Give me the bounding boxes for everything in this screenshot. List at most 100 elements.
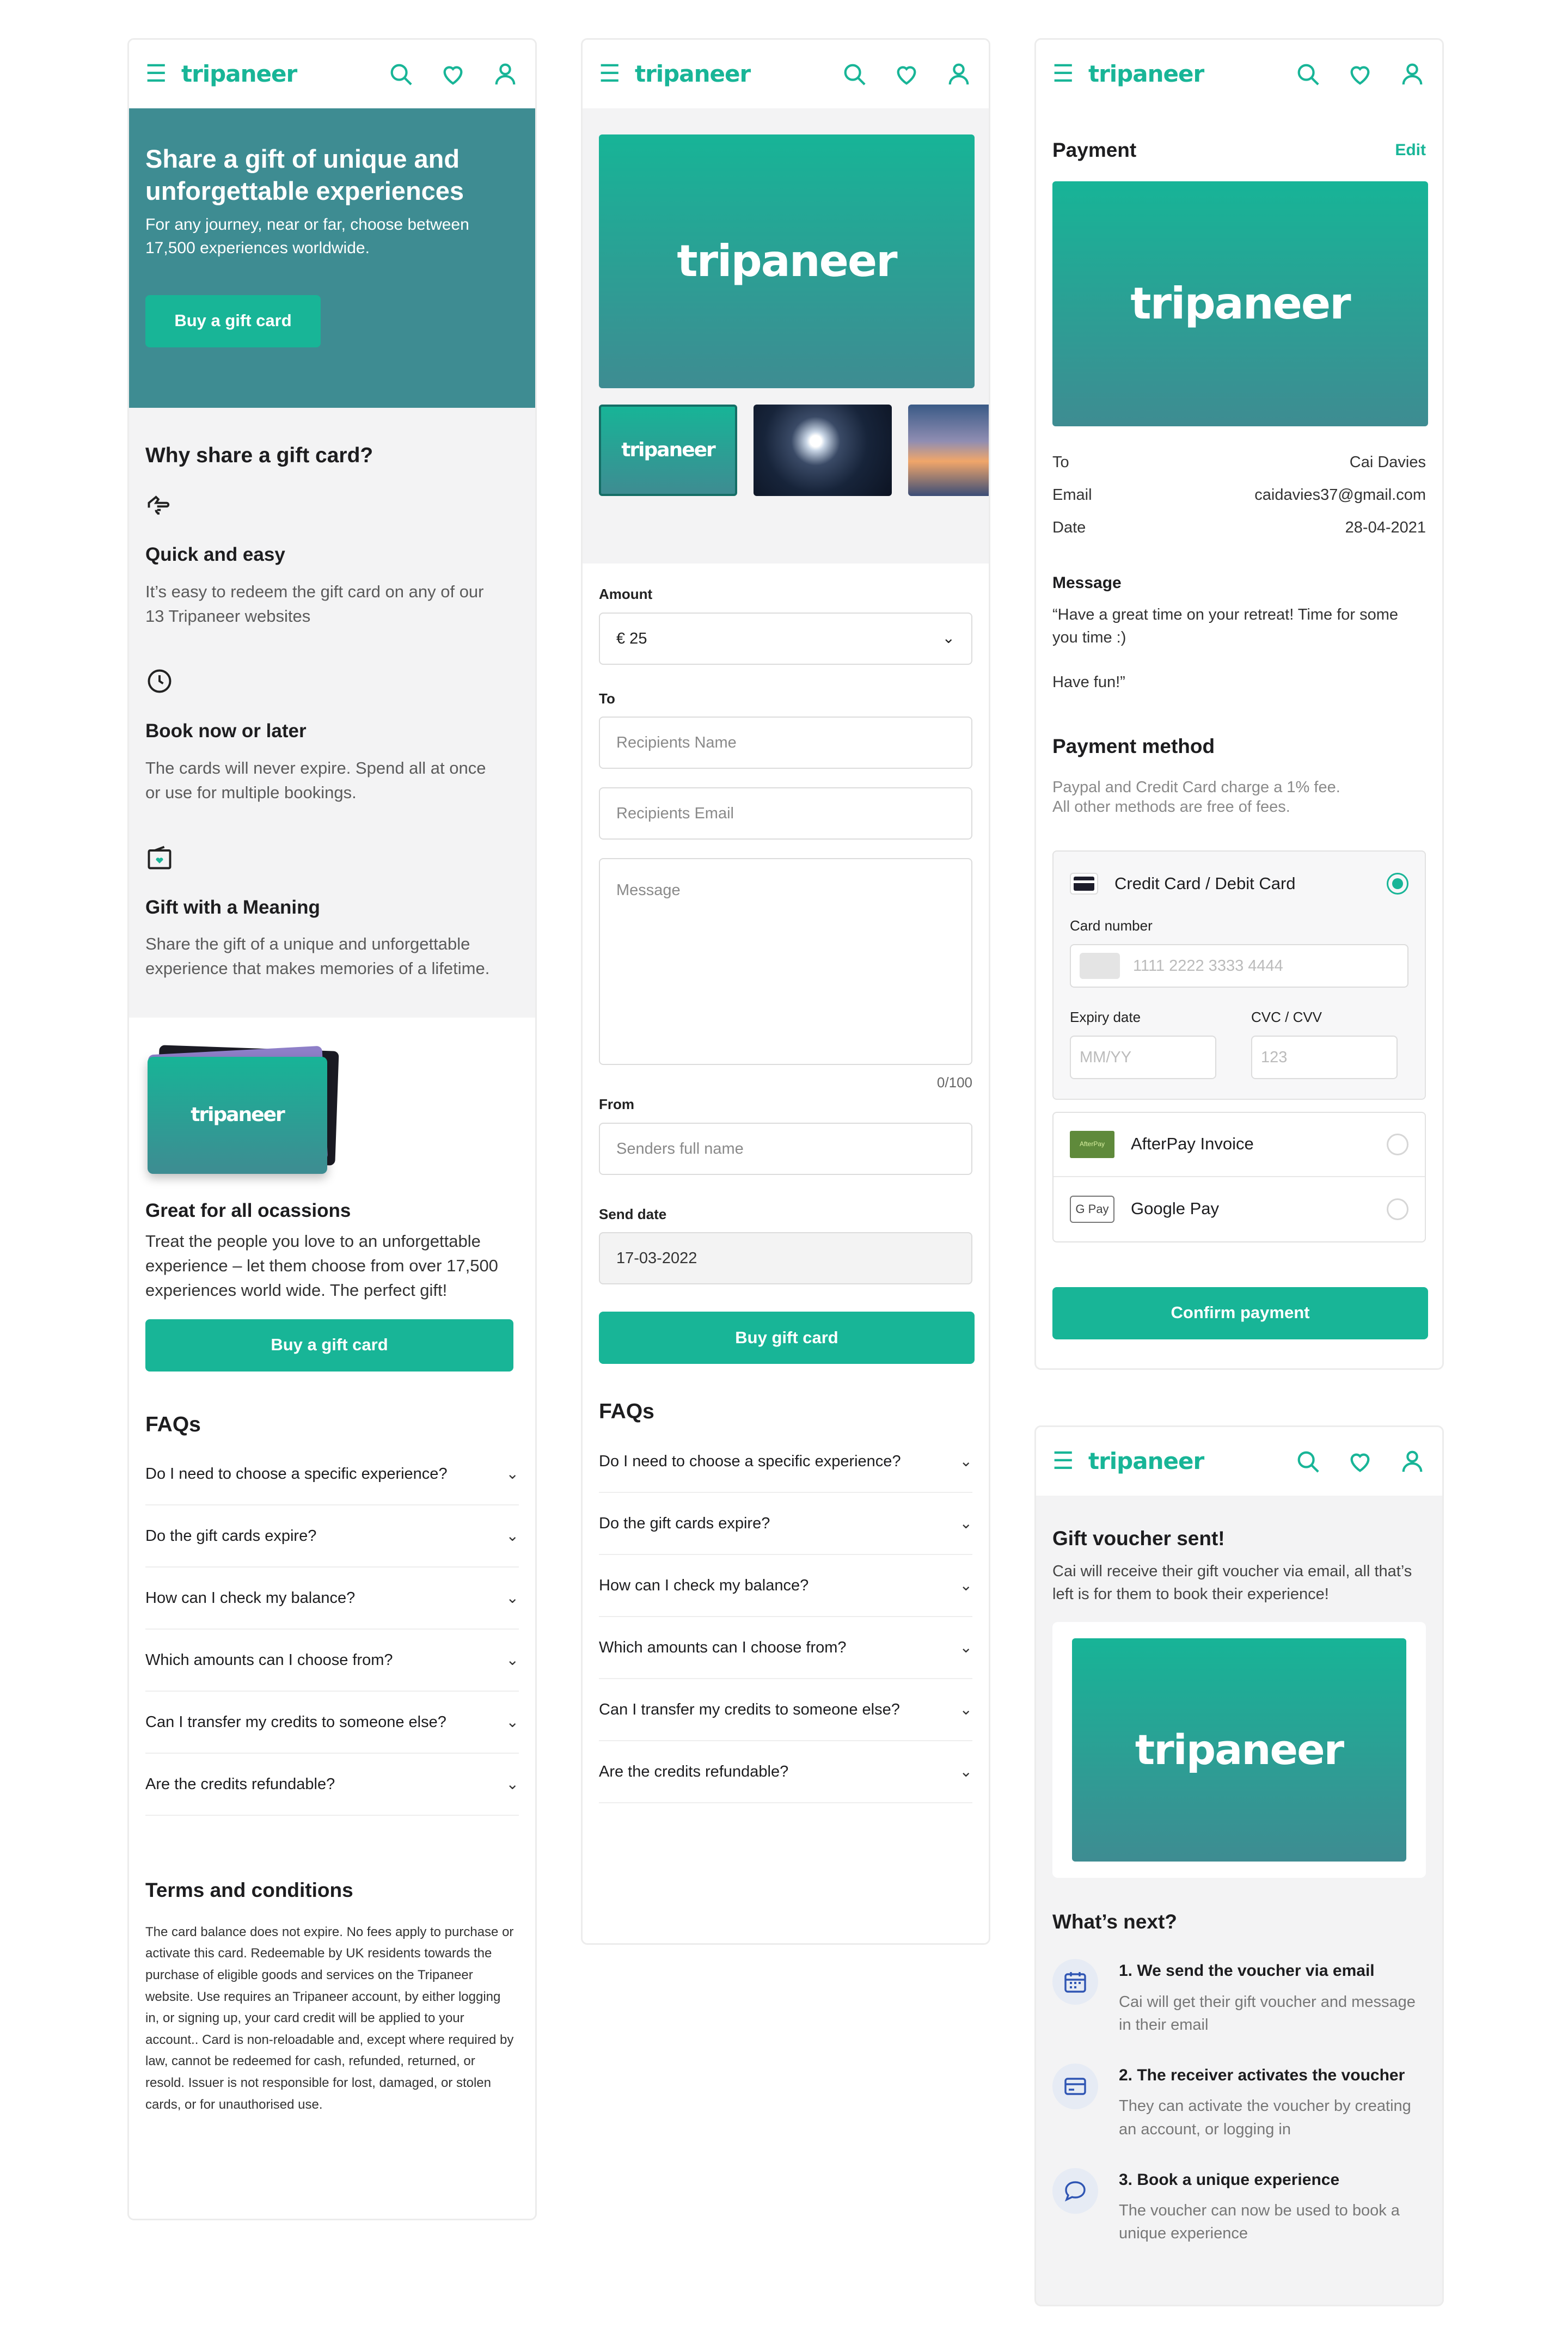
chevron-down-icon: ⌄ [942, 629, 955, 647]
afterpay-logo: AfterPay [1070, 1130, 1114, 1158]
faq-item[interactable]: How can I check my balance? ⌄ [145, 1568, 519, 1630]
message-label: Message [1052, 573, 1122, 592]
calendar-icon [1052, 1959, 1098, 2005]
heart-icon[interactable] [1346, 1448, 1374, 1475]
chevron-down-icon: ⌄ [959, 1514, 972, 1532]
hero-buy-button[interactable]: Buy a gift card [145, 295, 321, 347]
from-label: From [599, 1096, 634, 1113]
occasions-text: Treat the people you love to an unforget… [145, 1231, 498, 1300]
payment-title: Payment [1052, 139, 1137, 161]
terms-text: The card balance does not expire. No fee… [145, 1924, 514, 2112]
faq-item[interactable]: How can I check my balance? ⌄ [599, 1555, 972, 1617]
edit-link[interactable]: Edit [1395, 138, 1426, 162]
brand-logo[interactable]: tripaneer [181, 58, 297, 91]
menu-icon[interactable]: ☰ [1052, 62, 1075, 86]
terms-title: Terms and conditions [145, 1879, 353, 1902]
confirmation-body: Gift voucher sent! Cai will receive thei… [1036, 1496, 1442, 2245]
chevron-down-icon: ⌄ [506, 1527, 519, 1544]
card-option-label: Credit Card / Debit Card [1114, 873, 1296, 893]
amount-select[interactable]: € 25 ⌄ [599, 612, 972, 665]
faq-item[interactable]: Can I transfer my credits to someone els… [145, 1692, 519, 1754]
amount-label: Amount [599, 586, 653, 602]
expiry-input[interactable]: MM/YY [1070, 1035, 1216, 1079]
card-option-radio[interactable] [1387, 873, 1408, 895]
gift-card-image: tripaneer [148, 1057, 327, 1174]
heart-icon[interactable] [1346, 60, 1374, 88]
faq-title: FAQs [599, 1400, 654, 1424]
brand-logo[interactable]: tripaneer [635, 58, 751, 91]
recipient-name-input[interactable]: Recipients Name [599, 717, 972, 769]
card-option[interactable]: Credit Card / Debit Card [1070, 852, 1408, 916]
heart-icon[interactable] [893, 60, 920, 88]
faq-item[interactable]: Which amounts can I choose from? ⌄ [145, 1630, 519, 1692]
gift-details: To Cai Davies Email caidavies37@gmail.com … [1052, 453, 1426, 536]
chevron-down-icon: ⌄ [506, 1775, 519, 1792]
chat-icon [1052, 2168, 1098, 2214]
card-thumb-sunset[interactable] [908, 405, 989, 496]
step-text: Cai will get their gift voucher and mess… [1119, 1993, 1416, 2034]
why-item: Book now or later The cards will never e… [145, 667, 519, 805]
faq-item[interactable]: Can I transfer my credits to someone els… [599, 1679, 972, 1741]
card-thumb-fireworks[interactable] [754, 405, 892, 496]
send-date-input[interactable]: 17-03-2022 [599, 1232, 972, 1285]
menu-icon[interactable]: ☰ [1052, 1449, 1075, 1473]
message-counter: 0/100 [936, 1074, 972, 1091]
occasions-buy-button[interactable]: Buy a gift card [145, 1319, 513, 1372]
afterpay-radio[interactable] [1387, 1133, 1408, 1155]
user-icon[interactable] [1399, 60, 1426, 88]
screen-gift-form: ☰ tripaneer tripaneer tripaneer Amount €… [581, 38, 990, 1945]
faq-item[interactable]: Do the gift cards expire? ⌄ [145, 1505, 519, 1568]
confirmation-title: Gift voucher sent! [1052, 1527, 1225, 1550]
step-text: They can activate the voucher by creatin… [1119, 2097, 1411, 2138]
why-title: Why share a gift card? [145, 444, 373, 467]
why-item: Gift with a Meaning Share the gift of a … [145, 843, 519, 982]
chevron-down-icon: ⌄ [506, 1651, 519, 1668]
card-icon [1052, 2063, 1098, 2109]
to-label: To [599, 690, 615, 707]
chevron-down-icon: ⌄ [959, 1762, 972, 1780]
faq-title: FAQs [145, 1412, 201, 1436]
payment-body: Payment Edit tripaneer To Cai Davies Emai… [1036, 108, 1442, 1339]
card-thumb-brand[interactable]: tripaneer [599, 405, 737, 496]
search-icon[interactable] [841, 60, 868, 88]
voucher-frame: tripaneer [1052, 1621, 1426, 1878]
cvc-input[interactable]: 123 [1251, 1035, 1398, 1079]
payment-method-title: Payment method [1052, 735, 1215, 758]
screen-landing: ☰ tripaneer Share a gift of unique and u… [127, 38, 537, 2220]
user-icon[interactable] [1399, 1448, 1426, 1475]
search-icon[interactable] [387, 60, 414, 88]
faq-item[interactable]: Do I need to choose a specific experienc… [145, 1443, 519, 1506]
faq-item[interactable]: Which amounts can I choose from? ⌄ [599, 1617, 972, 1679]
search-icon[interactable] [1294, 1448, 1321, 1475]
why-section: Why share a gift card? Quick and easy It… [129, 408, 535, 1018]
hand-icon [145, 495, 174, 523]
menu-icon[interactable]: ☰ [145, 62, 168, 86]
googlepay-option[interactable]: G Pay Google Pay [1054, 1177, 1425, 1241]
sender-name-input[interactable]: Senders full name [599, 1122, 972, 1175]
card-thumbnails: tripaneer [599, 405, 989, 496]
faq-item[interactable]: Are the credits refundable? ⌄ [145, 1754, 519, 1816]
step-item: 3. Book a unique experience The voucher … [1052, 2168, 1426, 2245]
send-date-label: Send date [599, 1205, 667, 1222]
afterpay-option[interactable]: AfterPay AfterPay Invoice [1054, 1113, 1425, 1177]
brand-logo[interactable]: tripaneer [1088, 58, 1204, 91]
googlepay-radio[interactable] [1387, 1198, 1408, 1220]
recipient-email-input[interactable]: Recipients Email [599, 787, 972, 840]
user-icon[interactable] [945, 60, 972, 88]
gift-box-icon [145, 846, 174, 875]
menu-icon[interactable]: ☰ [599, 62, 622, 86]
chevron-down-icon: ⌄ [506, 1465, 519, 1482]
top-nav: ☰ tripaneer [1036, 1427, 1442, 1496]
heart-icon[interactable] [439, 60, 467, 88]
faq-item[interactable]: Do the gift cards expire? ⌄ [599, 1493, 972, 1555]
faq-item[interactable]: Are the credits refundable? ⌄ [599, 1741, 972, 1803]
search-icon[interactable] [1294, 60, 1321, 88]
confirm-payment-button[interactable]: Confirm payment [1052, 1287, 1428, 1339]
user-icon[interactable] [492, 60, 519, 88]
message-textarea[interactable]: Message [599, 858, 972, 1066]
card-number-input[interactable]: 1111 2222 3333 4444 [1070, 944, 1408, 988]
chevron-down-icon: ⌄ [959, 1452, 972, 1470]
faq-item[interactable]: Do I need to choose a specific experienc… [599, 1431, 972, 1493]
buy-gift-card-button[interactable]: Buy gift card [599, 1312, 975, 1364]
brand-logo[interactable]: tripaneer [1088, 1445, 1204, 1478]
